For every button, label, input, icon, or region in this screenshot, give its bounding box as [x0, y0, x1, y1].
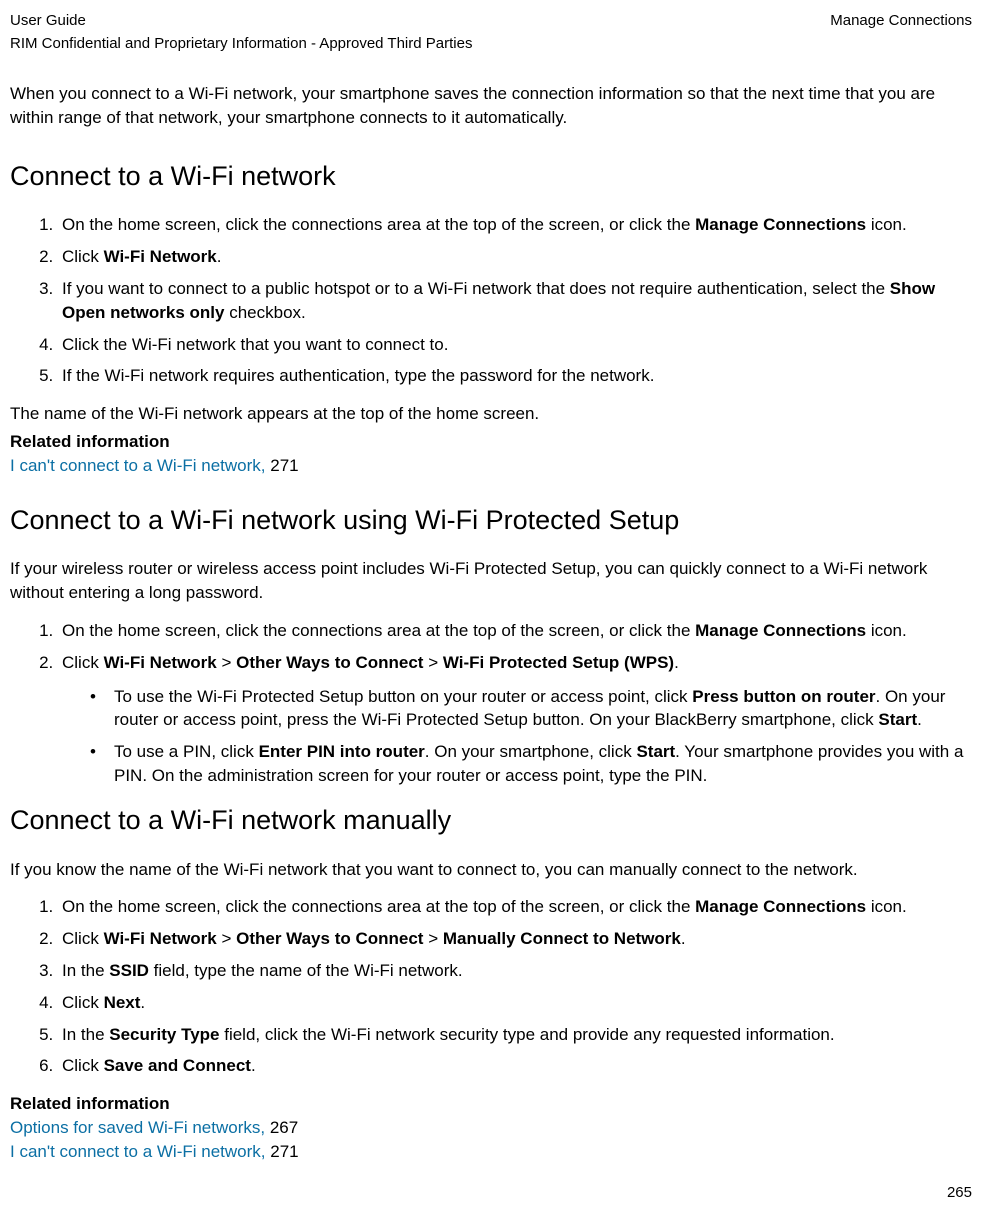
step: On the home screen, click the connection… [58, 895, 972, 919]
step: Click Wi-Fi Network. [58, 245, 972, 269]
step: If you want to connect to a public hotsp… [58, 277, 972, 325]
steps-connect: On the home screen, click the connection… [10, 213, 972, 388]
section-title-connect: Connect to a Wi-Fi network [10, 158, 972, 196]
step: Click Wi-Fi Network > Other Ways to Conn… [58, 651, 972, 788]
step: In the SSID field, type the name of the … [58, 959, 972, 983]
header-left: User Guide [10, 10, 86, 31]
header-sub: RIM Confidential and Proprietary Informa… [10, 33, 972, 54]
related-heading: Related information [10, 1092, 972, 1116]
link-cant-connect[interactable]: I can't connect to a Wi-Fi network, [10, 1142, 270, 1161]
manual-intro: If you know the name of the Wi-Fi networ… [10, 858, 972, 882]
wps-option: To use the Wi-Fi Protected Setup button … [90, 685, 972, 733]
related-info: Related information Options for saved Wi… [10, 1092, 972, 1163]
step: Click Save and Connect. [58, 1054, 972, 1078]
link-cant-connect[interactable]: I can't connect to a Wi-Fi network, [10, 456, 270, 475]
section-title-manual: Connect to a Wi-Fi network manually [10, 802, 972, 840]
wps-intro: If your wireless router or wireless acce… [10, 557, 972, 605]
wps-option: To use a PIN, click Enter PIN into route… [90, 740, 972, 788]
wps-options: To use the Wi-Fi Protected Setup button … [62, 685, 972, 788]
section-title-wps: Connect to a Wi-Fi network using Wi-Fi P… [10, 502, 972, 540]
step: Click Wi-Fi Network > Other Ways to Conn… [58, 927, 972, 951]
after-note: The name of the Wi-Fi network appears at… [10, 402, 972, 426]
step: Click the Wi-Fi network that you want to… [58, 333, 972, 357]
steps-wps: On the home screen, click the connection… [10, 619, 972, 788]
related-link: I can't connect to a Wi-Fi network, 271 [10, 1140, 972, 1164]
header-right: Manage Connections [830, 10, 972, 31]
steps-manual: On the home screen, click the connection… [10, 895, 972, 1078]
related-link: Options for saved Wi-Fi networks, 267 [10, 1116, 972, 1140]
page-number: 265 [947, 1182, 972, 1203]
step: If the Wi-Fi network requires authentica… [58, 364, 972, 388]
intro-paragraph: When you connect to a Wi-Fi network, you… [10, 82, 972, 130]
step: In the Security Type field, click the Wi… [58, 1023, 972, 1047]
page-header: User Guide Manage Connections [10, 10, 972, 31]
link-options-saved[interactable]: Options for saved Wi-Fi networks, [10, 1118, 270, 1137]
step: Click Next. [58, 991, 972, 1015]
related-info: Related information I can't connect to a… [10, 430, 972, 478]
step: On the home screen, click the connection… [58, 213, 972, 237]
related-heading: Related information [10, 430, 972, 454]
related-link: I can't connect to a Wi-Fi network, 271 [10, 454, 972, 478]
step: On the home screen, click the connection… [58, 619, 972, 643]
